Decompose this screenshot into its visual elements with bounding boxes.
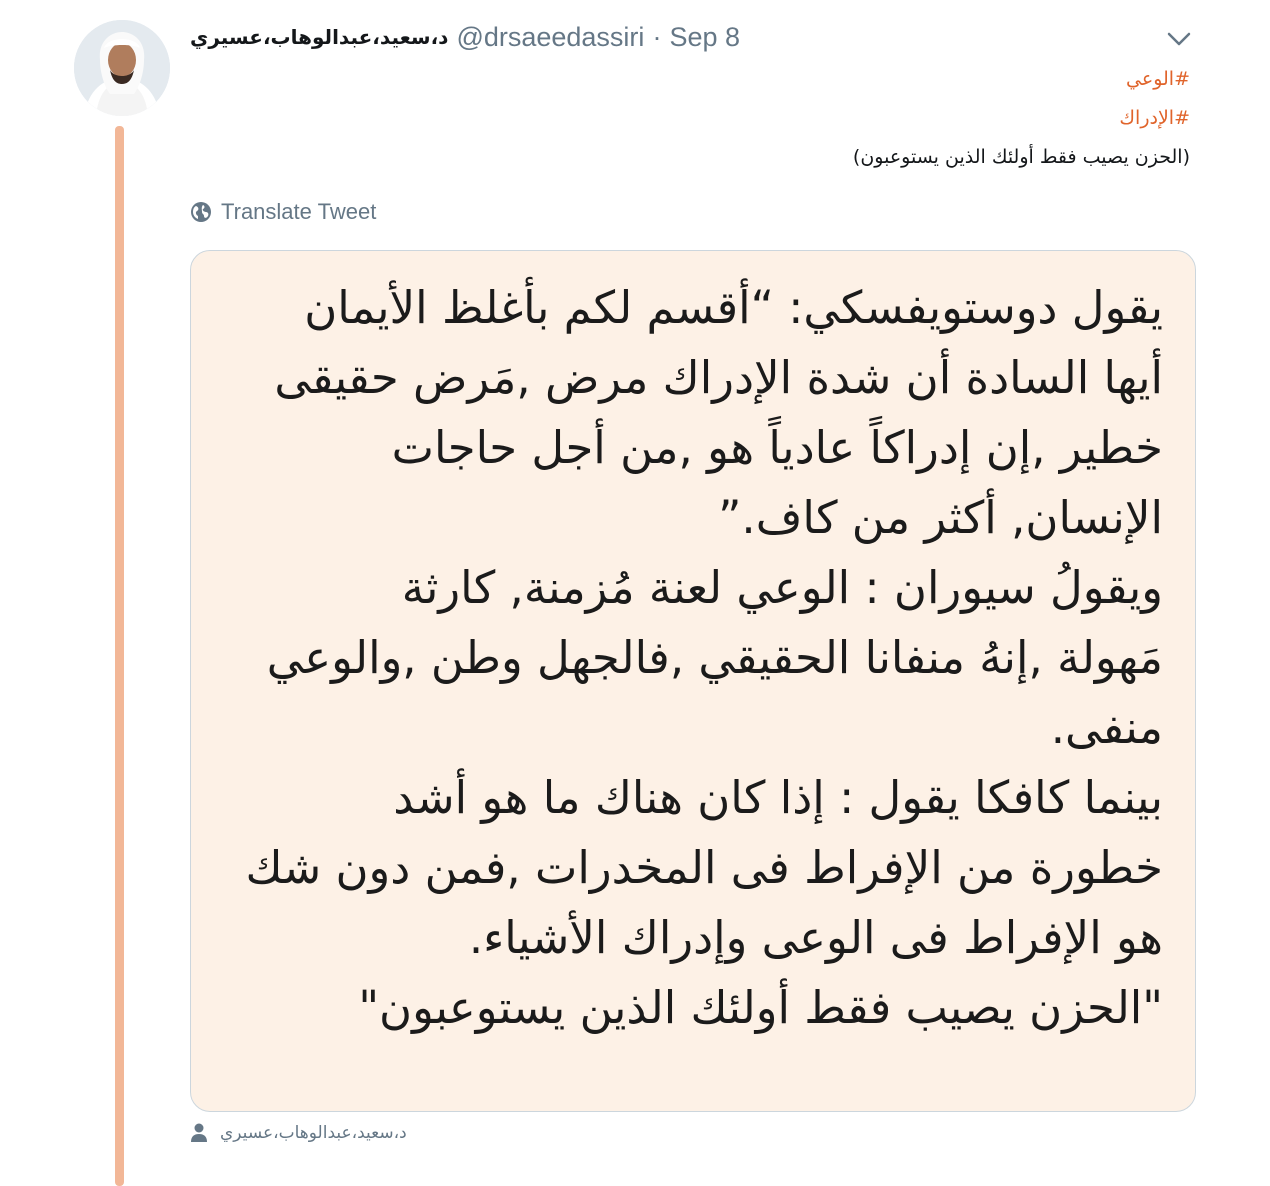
media-text-line: يقول دوستويفسكي: “أقسم لكم بأغلظ الأيمان: [304, 281, 1163, 334]
translate-label: Translate Tweet: [221, 199, 377, 224]
media-text-line: مَهولة ,إنهُ منفانا الحقيقي ,فالجهل وطن …: [266, 631, 1163, 684]
media-text-line: أيها السادة أن شدة الإدراك مرض ,مَرض حقي…: [274, 351, 1163, 404]
tweet-date[interactable]: Sep 8: [669, 22, 740, 53]
profile-photo-icon: [74, 20, 170, 116]
header-separator: ·: [652, 21, 662, 52]
tweet-text-line: (الحزن يصيب فقط أولئك الذين يستوعبون): [852, 146, 1190, 168]
author-handle[interactable]: @drsaeedassiri: [456, 22, 644, 53]
tagged-user[interactable]: د،سعيد،عبدالوهاب،عسيري: [190, 1118, 407, 1148]
chevron-down-icon: [1167, 32, 1191, 46]
media-text-line: هو الإفراط فى الوعى وإدراك الأشياء.: [468, 911, 1163, 964]
media-text-line: خطورة من الإفراط فى المخدرات ,فمن دون شك: [245, 841, 1163, 894]
more-options-button[interactable]: [1164, 24, 1194, 54]
author-display-name[interactable]: د،سعيد،عبدالوهاب،عسيري: [190, 25, 448, 49]
media-quote-text: يقول دوستويفسكي: “أقسم لكم بأغلظ الأيمان…: [213, 273, 1163, 1043]
author-avatar[interactable]: [74, 20, 170, 116]
tagged-user-name: د،سعيد،عبدالوهاب،عسيري: [220, 1123, 407, 1143]
thread-line: [115, 126, 124, 1186]
tweet-text-line: #الوعي: [700, 60, 1190, 99]
tweet-text: #الوعي #الإدراك (الحزن يصيب فقط أولئك ال…: [700, 60, 1190, 177]
media-text-line: بينما كافكا يقول : إذا كان هناك ما هو أش…: [393, 771, 1163, 824]
hashtag-link[interactable]: #الإدراك: [1119, 107, 1190, 129]
hashtag-link[interactable]: #الوعي: [1126, 68, 1190, 90]
media-text-line: خطير ,إن إدراكاً عادياً هو ,من أجل حاجات: [391, 421, 1163, 474]
person-icon: [191, 1123, 207, 1142]
tweet-media-image[interactable]: يقول دوستويفسكي: “أقسم لكم بأغلظ الأيمان…: [190, 250, 1196, 1112]
media-text-line: الإنسان, أكثر من كاف.”: [718, 491, 1163, 544]
tweet-header: د،سعيد،عبدالوهاب،عسيري @drsaeedassiri · …: [190, 20, 740, 54]
translate-tweet-button[interactable]: Translate Tweet: [190, 196, 376, 228]
globe-icon: [191, 202, 211, 222]
media-text-line: منفى.: [1050, 701, 1163, 754]
media-text-line: ويقولُ سيوران : الوعي لعنة مُزمنة, كارثة: [401, 561, 1163, 614]
media-text-line: "الحزن يصيب فقط أولئك الذين يستوعبون": [358, 981, 1163, 1034]
tweet-text-line: #الإدراك: [700, 99, 1190, 138]
